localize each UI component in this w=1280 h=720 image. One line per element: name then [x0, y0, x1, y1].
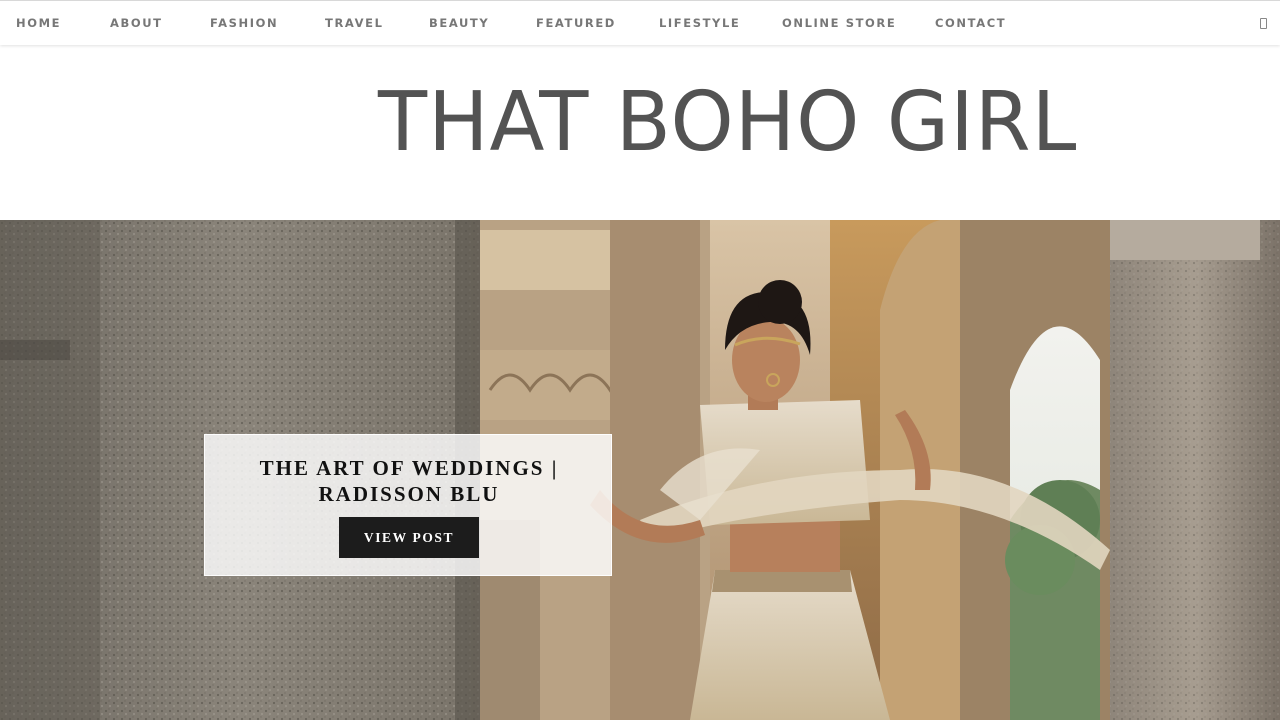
nav-item-fashion[interactable]: FASHION	[210, 16, 278, 30]
nav-item-travel[interactable]: TRAVEL	[325, 16, 384, 30]
post-title-line-2: RADISSON BLU	[318, 482, 500, 506]
post-title[interactable]: THE ART OF WEDDINGS | RADISSON BLU	[205, 455, 613, 507]
nav-item-lifestyle[interactable]: LIFESTYLE	[659, 16, 740, 30]
nav-item-featured[interactable]: FEATURED	[536, 16, 616, 30]
site-header: THAT BOHO GIRL	[0, 46, 1280, 220]
nav-item-online-store[interactable]: ONLINE STORE	[782, 16, 896, 30]
nav-item-contact[interactable]: CONTACT	[935, 16, 1006, 30]
post-title-line-1: THE ART OF WEDDINGS |	[259, 456, 559, 480]
nav-item-beauty[interactable]: BEAUTY	[429, 16, 489, 30]
nav-item-home[interactable]: HOME	[16, 16, 61, 30]
hero-slider: THE ART OF WEDDINGS | RADISSON BLU VIEW …	[0, 220, 1280, 720]
nav-item-about[interactable]: ABOUT	[110, 16, 163, 30]
hero-photo	[0, 220, 1280, 720]
view-post-button[interactable]: VIEW POST	[339, 517, 479, 558]
top-navigation-bar: HOME ABOUT FASHION TRAVEL BEAUTY FEATURE…	[0, 0, 1280, 45]
featured-post-card: THE ART OF WEDDINGS | RADISSON BLU VIEW …	[204, 434, 612, 576]
site-logo[interactable]: THAT BOHO GIRL	[378, 82, 1076, 164]
mobile-menu-icon[interactable]	[1260, 18, 1267, 29]
